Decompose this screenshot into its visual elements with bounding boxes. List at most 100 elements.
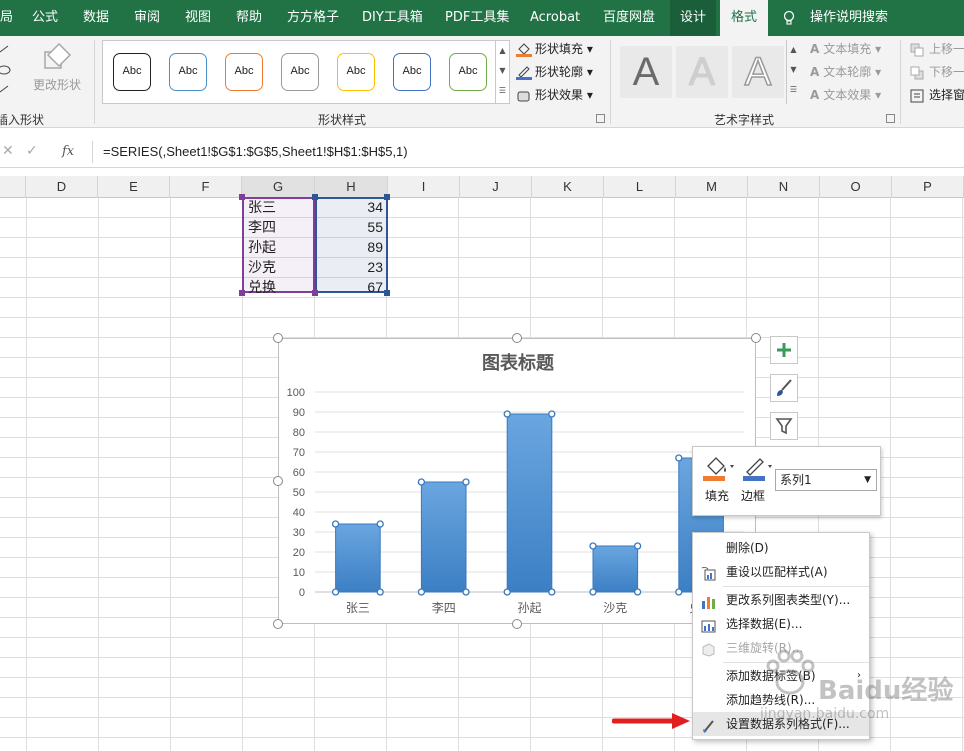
enter-check-icon[interactable]: ✓ (26, 143, 38, 159)
tab-format[interactable]: 格式 (720, 0, 769, 36)
bring-forward-button[interactable]: 上移一 (910, 39, 964, 59)
menu-item-reset-style[interactable]: 重设以匹配样式(A) (693, 560, 869, 584)
gallery-more-icon[interactable]: ☰ (496, 81, 509, 101)
bar[interactable] (592, 545, 639, 593)
shape-outline-button[interactable]: 形状轮廓 ▾ (516, 62, 593, 82)
column-header[interactable]: I (388, 176, 460, 198)
column-header[interactable]: G (242, 176, 315, 198)
chevron-up-icon[interactable]: ▲ (496, 41, 509, 61)
column-header[interactable]: J (460, 176, 532, 198)
fill-button[interactable]: 填充 (701, 453, 741, 511)
chart-resize-handle[interactable] (751, 333, 761, 343)
chevron-up-icon[interactable]: ▲ (787, 40, 800, 60)
column-header[interactable]: D (26, 176, 98, 198)
chart-resize-handle[interactable] (273, 333, 283, 343)
gallery-scroll[interactable]: ▲ ▼ ☰ (495, 41, 509, 103)
selection-pane-button[interactable]: 选择窗 (910, 85, 964, 105)
bar[interactable] (335, 523, 381, 593)
shape-style-swatch[interactable]: Abc (169, 53, 207, 91)
column-header[interactable]: H (315, 176, 388, 198)
wordart-style[interactable]: A (676, 46, 728, 98)
column-header[interactable]: M (676, 176, 748, 198)
x-tick-label: 张三 (346, 601, 370, 615)
column-header-partial[interactable] (0, 176, 26, 198)
shape-style-swatch[interactable]: Abc (281, 53, 319, 91)
change-shape-button[interactable]: 更改形状 (30, 40, 86, 104)
table-cell-name[interactable]: 张三 (244, 198, 280, 218)
chevron-down-icon[interactable]: ▼ (496, 61, 509, 81)
tell-me-search[interactable]: 操作说明搜索 (810, 0, 888, 36)
wordart-gallery[interactable]: A A A ▲ ▼ ☰ (618, 40, 802, 104)
table-cell-name[interactable]: 孙起 (244, 238, 280, 258)
gallery-scroll[interactable]: ▲ ▼ ☰ (786, 40, 800, 104)
table-cell-value[interactable]: 34 (317, 198, 387, 218)
tab-pdf-tools[interactable]: PDF工具集 (445, 0, 509, 36)
table-cell-name[interactable]: 李四 (244, 218, 280, 238)
chart-resize-handle[interactable] (512, 333, 522, 343)
menu-item-change-chart-type[interactable]: 更改系列图表类型(Y)... (693, 588, 869, 612)
column-header[interactable]: L (604, 176, 676, 198)
table-cell-name[interactable]: 兑换 (244, 278, 280, 298)
tab-design[interactable]: 设计 (670, 0, 717, 36)
table-cell-value[interactable]: 55 (317, 218, 387, 238)
shape-style-swatch[interactable]: Abc (393, 53, 431, 91)
text-fill-button[interactable]: A 文本填充 ▾ (810, 39, 881, 59)
shape-gallery-icon[interactable] (0, 42, 14, 98)
bar[interactable] (420, 481, 467, 593)
gallery-more-icon[interactable]: ☰ (787, 80, 800, 100)
column-header[interactable]: F (170, 176, 242, 198)
chart-resize-handle[interactable] (273, 619, 283, 629)
shape-fill-button[interactable]: 形状填充 ▾ (516, 39, 593, 59)
shape-style-swatch[interactable]: Abc (225, 53, 263, 91)
wordart-style[interactable]: A (620, 46, 672, 98)
tab-formulas[interactable]: 公式 (32, 0, 58, 36)
insert-function-button[interactable]: fx (62, 144, 74, 159)
cancel-icon[interactable]: ✕ (2, 143, 14, 159)
tab-fangfanggezi[interactable]: 方方格子 (287, 0, 339, 36)
dialog-launcher-icon[interactable] (596, 114, 605, 123)
tab-view[interactable]: 视图 (185, 0, 211, 36)
menu-item-select-data[interactable]: 选择数据(E)... (693, 612, 869, 636)
tab-acrobat[interactable]: Acrobat (530, 0, 580, 36)
table-cell-value[interactable]: 67 (317, 278, 387, 298)
tab-review[interactable]: 审阅 (134, 0, 160, 36)
chart-resize-handle[interactable] (512, 619, 522, 629)
series-selector-dropdown[interactable]: 系列1 ▼ (775, 469, 877, 491)
chart-styles-button[interactable] (770, 374, 798, 402)
tab-baidu-netdisk[interactable]: 百度网盘 (603, 0, 655, 36)
dialog-launcher-icon[interactable] (886, 114, 895, 123)
shape-style-gallery[interactable]: Abc Abc Abc Abc Abc Abc Abc ▲ ▼ ☰ (102, 40, 510, 104)
send-backward-button[interactable]: 下移一 (910, 62, 964, 82)
shape-effects-button[interactable]: 形状效果 ▾ (516, 85, 593, 105)
shape-style-swatch[interactable]: Abc (113, 53, 151, 91)
tab-help[interactable]: 帮助 (236, 0, 262, 36)
column-chart[interactable]: 图表标题 0102030405060708090100张三李四孙起沙克兑换 (278, 338, 756, 624)
bar[interactable] (506, 413, 553, 593)
chart-elements-button[interactable] (770, 336, 798, 364)
chart-plot-area[interactable]: 0102030405060708090100张三李四孙起沙克兑换 (279, 339, 757, 625)
column-header[interactable]: E (98, 176, 170, 198)
tab-diy-toolbox[interactable]: DIY工具箱 (362, 0, 423, 36)
chevron-down-icon[interactable]: ▼ (787, 60, 800, 80)
menu-item-label: 重设以匹配样式(A) (726, 565, 828, 579)
column-header[interactable]: O (820, 176, 892, 198)
column-header[interactable]: N (748, 176, 820, 198)
paw-logo-icon (766, 649, 815, 695)
table-cell-name[interactable]: 沙克 (244, 258, 280, 278)
table-cell-value[interactable]: 89 (317, 238, 387, 258)
tab-layout[interactable]: 局 (0, 0, 13, 36)
column-header[interactable]: K (532, 176, 604, 198)
column-header[interactable]: P (892, 176, 964, 198)
text-effects-button[interactable]: A 文本效果 ▾ (810, 85, 881, 105)
chart-filters-button[interactable] (770, 412, 798, 440)
table-cell-value[interactable]: 23 (317, 258, 387, 278)
chart-resize-handle[interactable] (273, 476, 283, 486)
shape-style-swatch[interactable]: Abc (337, 53, 375, 91)
menu-item-delete[interactable]: 删除(D) (693, 536, 869, 560)
text-outline-button[interactable]: A 文本轮廓 ▾ (810, 62, 881, 82)
tab-data[interactable]: 数据 (83, 0, 109, 36)
shape-style-swatch[interactable]: Abc (449, 53, 487, 91)
formula-input[interactable]: =SERIES(,Sheet1!$G$1:$G$5,Sheet1!$H$1:$H… (92, 141, 962, 163)
wordart-style[interactable]: A (732, 46, 784, 98)
border-button[interactable]: 边框 (741, 453, 777, 511)
